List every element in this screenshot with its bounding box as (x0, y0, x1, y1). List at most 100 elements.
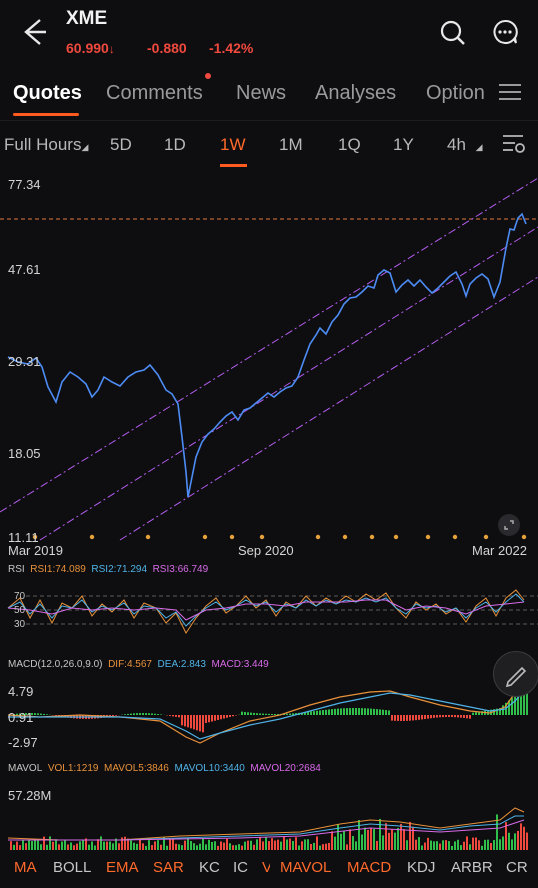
period-1y[interactable]: 1Y (393, 135, 414, 155)
volume-bar (196, 845, 198, 850)
volume-bar (64, 840, 66, 850)
menu-icon (499, 84, 521, 100)
macd-bar (349, 708, 351, 715)
macd-bar (346, 708, 348, 715)
macd-bar (184, 715, 186, 727)
volume-bar (394, 832, 396, 850)
indicator-arbr[interactable]: ARBR (451, 859, 493, 876)
macd-bar (331, 709, 333, 715)
indicator-ma[interactable]: MA (14, 859, 37, 876)
indicator-v[interactable]: V (262, 859, 270, 876)
period-5d[interactable]: 5D (110, 135, 132, 155)
macd-bar (376, 709, 378, 715)
chart-settings-button[interactable] (503, 133, 527, 160)
volume-bar (97, 839, 99, 850)
volume-bar (511, 839, 513, 850)
macd-bar (256, 713, 258, 715)
indicator-mavol[interactable]: MAVOL (280, 859, 331, 876)
macd-legend: MACD(12.0,26.0,9.0) DIF:4.567 DEA:2.843 … (8, 659, 269, 670)
indicator-boll[interactable]: BOLL (53, 859, 91, 876)
volume-bar (328, 842, 330, 850)
volume-bar (157, 840, 159, 850)
period-1w[interactable]: 1W (220, 135, 246, 155)
volume-bar (400, 823, 402, 850)
volume-bar (10, 841, 12, 850)
macd-bar (172, 715, 174, 717)
volume-bar (343, 830, 345, 850)
tab-news[interactable]: News (236, 82, 286, 105)
volume-bar (289, 838, 291, 850)
tabs-menu-button[interactable] (499, 82, 521, 107)
period-1q[interactable]: 1Q (338, 135, 361, 155)
volume-bar (349, 829, 351, 850)
period-4h[interactable]: 4h ◢ (447, 135, 483, 155)
macd-bar (334, 708, 336, 715)
tab-options[interactable]: Option (426, 82, 486, 105)
macd-bar (193, 715, 195, 730)
period-1d[interactable]: 1D (164, 135, 186, 155)
volume-bar (136, 843, 138, 850)
tab-comments[interactable]: Comments (106, 82, 203, 105)
tab-quotes[interactable]: Quotes (13, 82, 82, 105)
macd-bar (325, 709, 327, 715)
macd-bar (208, 715, 210, 723)
macd-bar (454, 715, 456, 718)
indicator-kdj[interactable]: KDJ (407, 859, 435, 876)
macd-bar (226, 715, 228, 718)
x-axis-label-start: Mar 2019 (8, 543, 63, 558)
volume-bar (202, 838, 204, 850)
expand-chart-button[interactable] (498, 514, 520, 536)
rsi-level-30: 30 (14, 619, 26, 630)
indicator-ic[interactable]: IC (233, 859, 248, 876)
volume-bar (355, 841, 357, 850)
indicator-macd[interactable]: MACD (347, 859, 391, 876)
volume-bar (421, 845, 423, 850)
macd-bar (46, 714, 48, 715)
indicator-sar[interactable]: SAR (153, 859, 184, 876)
macd-bar (190, 715, 192, 729)
volume-bar (385, 823, 387, 850)
more-button[interactable] (492, 19, 518, 50)
volume-bar (154, 841, 156, 850)
indicator-ema[interactable]: EMA (106, 859, 139, 876)
macd-bar (142, 713, 144, 715)
volume-bar (373, 828, 375, 850)
volume-bar (310, 843, 312, 850)
macd-bar (340, 708, 342, 715)
tab-analyses[interactable]: Analyses (315, 82, 396, 105)
volume-bar (340, 833, 342, 850)
main-price-chart[interactable] (0, 172, 538, 562)
volume-bar (346, 844, 348, 850)
volume-bar (304, 839, 306, 850)
macd-bar (415, 715, 417, 721)
volume-bar (379, 818, 381, 850)
indicator-kc[interactable]: KC (199, 859, 220, 876)
volume-bar (76, 843, 78, 850)
volume-bar (448, 841, 450, 850)
volume-bar (268, 841, 270, 850)
volume-bar (364, 827, 366, 850)
indicator-cr[interactable]: CR (506, 859, 528, 876)
volume-bar (370, 828, 372, 850)
macd-bar (370, 708, 372, 715)
macd-bar (259, 713, 261, 715)
volume-bar (457, 839, 459, 850)
macd-bar (220, 715, 222, 720)
search-button[interactable] (440, 20, 466, 51)
volume-bar (61, 841, 63, 850)
volume-bar (454, 841, 456, 850)
macd-bar (328, 709, 330, 715)
macd-bar (502, 705, 504, 715)
volume-bar (142, 843, 144, 850)
macd-bar (385, 710, 387, 715)
volume-bar (358, 819, 360, 850)
comments-badge (205, 73, 211, 79)
back-button[interactable] (18, 16, 50, 48)
volume-bar (316, 836, 318, 850)
draw-tool-button[interactable] (493, 651, 538, 697)
macd-bar (112, 715, 114, 717)
period-full-hours[interactable]: Full Hours◢ (4, 135, 88, 155)
macd-bar (373, 708, 375, 715)
period-1m[interactable]: 1M (279, 135, 303, 155)
volume-bar (256, 839, 258, 850)
